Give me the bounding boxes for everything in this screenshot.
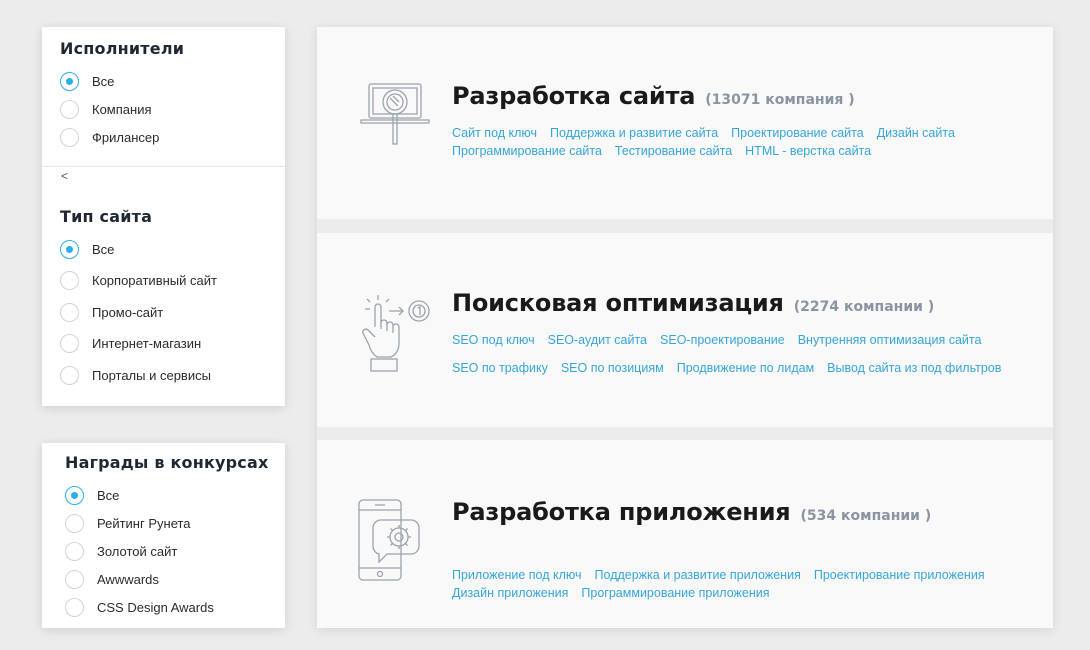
link-seo-positions[interactable]: SEO по позициям bbox=[561, 361, 664, 375]
category-card-seo: Поисковая оптимизация (2274 компании ) S… bbox=[317, 233, 1053, 427]
phone-gear-icon bbox=[358, 499, 420, 581]
category-count: (13071 компания ) bbox=[705, 92, 855, 108]
radio-label: Awwwards bbox=[97, 571, 159, 587]
link-site-programming[interactable]: Программирование сайта bbox=[452, 144, 602, 158]
performers-title: Исполнители bbox=[60, 39, 185, 58]
category-title[interactable]: Поисковая оптимизация bbox=[452, 289, 784, 317]
links-row: Приложение под ключ Поддержка и развитие… bbox=[452, 566, 1042, 584]
radio-site-type-portals[interactable]: Порталы и сервисы bbox=[60, 365, 217, 385]
links-row: Дизайн приложения Программирование прило… bbox=[452, 584, 1042, 602]
radio-label: Все bbox=[97, 487, 120, 503]
radio-checked-icon[interactable] bbox=[65, 485, 84, 505]
radio-label: Все bbox=[92, 73, 115, 89]
category-title-row: Разработка приложения (534 компании ) bbox=[452, 498, 931, 526]
collapse-button[interactable]: < bbox=[61, 169, 68, 183]
radio-checked-icon[interactable] bbox=[60, 239, 79, 259]
link-app-design[interactable]: Дизайн приложения bbox=[452, 586, 568, 600]
link-seo-audit[interactable]: SEO-аудит сайта bbox=[548, 333, 647, 347]
radio-awards-runet[interactable]: Рейтинг Рунета bbox=[65, 513, 214, 533]
radio-awards-all[interactable]: Все bbox=[65, 485, 214, 505]
link-site-design[interactable]: Дизайн сайта bbox=[877, 126, 955, 140]
awards-options: Все Рейтинг Рунета Золотой сайт Awwwards… bbox=[65, 485, 214, 617]
links-row: Программирование сайта Тестирование сайт… bbox=[452, 142, 1042, 160]
radio-awards-awwwards[interactable]: Awwwards bbox=[65, 569, 214, 589]
laptop-magnifier-icon bbox=[360, 83, 430, 145]
radio-unchecked-icon[interactable] bbox=[65, 569, 84, 589]
radio-awards-golden-site[interactable]: Золотой сайт bbox=[65, 541, 214, 561]
links-row: SEO под ключ SEO-аудит сайта SEO-проекти… bbox=[452, 331, 1042, 349]
link-site-html[interactable]: HTML - верстка сайта bbox=[745, 144, 871, 158]
hand-click-icon bbox=[362, 295, 430, 372]
site-type-title: Тип сайта bbox=[60, 207, 153, 226]
divider bbox=[42, 166, 285, 167]
radio-unchecked-icon[interactable] bbox=[60, 302, 79, 322]
link-site-turnkey[interactable]: Сайт под ключ bbox=[452, 126, 537, 140]
link-seo-leads[interactable]: Продвижение по лидам bbox=[677, 361, 814, 375]
radio-unchecked-icon[interactable] bbox=[60, 271, 79, 290]
categories-list: Разработка сайта (13071 компания ) Сайт … bbox=[317, 27, 1053, 628]
link-seo-traffic[interactable]: SEO по трафику bbox=[452, 361, 548, 375]
radio-label: Промо-сайт bbox=[92, 304, 164, 320]
category-count: (2274 компании ) bbox=[793, 299, 935, 315]
link-site-testing[interactable]: Тестирование сайта bbox=[615, 144, 732, 158]
link-seo-internal[interactable]: Внутренняя оптимизация сайта bbox=[798, 333, 982, 347]
radio-unchecked-icon[interactable] bbox=[65, 513, 84, 533]
category-title[interactable]: Разработка сайта bbox=[452, 82, 695, 110]
filter-panel-awards: Награды в конкурсах Все Рейтинг Рунета З… bbox=[42, 443, 285, 628]
radio-unchecked-icon[interactable] bbox=[60, 334, 79, 353]
links-row: SEO по трафику SEO по позициям Продвижен… bbox=[452, 359, 1042, 377]
radio-site-type-promo[interactable]: Промо-сайт bbox=[60, 302, 217, 322]
radio-label: Фрилансер bbox=[92, 129, 160, 145]
category-links: Сайт под ключ Поддержка и развитие сайта… bbox=[452, 124, 1042, 160]
radio-performers-freelancer[interactable]: Фрилансер bbox=[60, 127, 159, 147]
category-card-app-dev: Разработка приложения (534 компании ) Пр… bbox=[317, 440, 1053, 628]
category-title[interactable]: Разработка приложения bbox=[452, 498, 791, 526]
performers-options: Все Компания Фрилансер bbox=[60, 71, 159, 147]
category-count: (534 компании ) bbox=[800, 508, 932, 524]
radio-unchecked-icon[interactable] bbox=[65, 541, 84, 561]
link-seo-planning[interactable]: SEO-проектирование bbox=[660, 333, 785, 347]
link-site-support[interactable]: Поддержка и развитие сайта bbox=[550, 126, 718, 140]
radio-site-type-corporate[interactable]: Корпоративный сайт bbox=[60, 271, 217, 291]
radio-label: Корпоративный сайт bbox=[92, 273, 217, 288]
radio-awards-css-design[interactable]: CSS Design Awards bbox=[65, 597, 214, 617]
category-links: SEO под ключ SEO-аудит сайта SEO-проекти… bbox=[452, 331, 1042, 377]
radio-site-type-all[interactable]: Все bbox=[60, 239, 217, 259]
awards-title: Награды в конкурсах bbox=[65, 453, 269, 472]
radio-label: Интернет-магазин bbox=[92, 336, 202, 351]
category-links: Приложение под ключ Поддержка и развитие… bbox=[452, 566, 1042, 602]
radio-performers-company[interactable]: Компания bbox=[60, 99, 159, 119]
link-app-turnkey[interactable]: Приложение под ключ bbox=[452, 568, 582, 582]
links-row: Сайт под ключ Поддержка и развитие сайта… bbox=[452, 124, 1042, 142]
radio-label: Компания bbox=[92, 101, 152, 117]
radio-label: Порталы и сервисы bbox=[92, 367, 211, 383]
category-title-row: Поисковая оптимизация (2274 компании ) bbox=[452, 289, 934, 317]
radio-label: Золотой сайт bbox=[97, 543, 178, 559]
radio-performers-all[interactable]: Все bbox=[60, 71, 159, 91]
link-seo-turnkey[interactable]: SEO под ключ bbox=[452, 333, 535, 347]
category-title-row: Разработка сайта (13071 компания ) bbox=[452, 82, 855, 110]
link-app-programming[interactable]: Программирование приложения bbox=[581, 586, 769, 600]
link-site-design-planning[interactable]: Проектирование сайта bbox=[731, 126, 864, 140]
filter-panel-main: Исполнители Все Компания Фрилансер < Тип… bbox=[42, 27, 285, 406]
link-seo-filters[interactable]: Вывод сайта из под фильтров bbox=[827, 361, 1001, 375]
radio-label: Рейтинг Рунета bbox=[97, 515, 191, 531]
radio-label: CSS Design Awards bbox=[97, 599, 214, 615]
link-app-planning[interactable]: Проектирование приложения bbox=[814, 568, 985, 582]
radio-label: Все bbox=[92, 241, 115, 257]
radio-checked-icon[interactable] bbox=[60, 71, 79, 91]
radio-unchecked-icon[interactable] bbox=[60, 365, 79, 385]
site-type-options: Все Корпоративный сайт Промо-сайт Интерн… bbox=[60, 239, 217, 385]
radio-unchecked-icon[interactable] bbox=[65, 597, 84, 617]
link-app-support[interactable]: Поддержка и развитие приложения bbox=[595, 568, 801, 582]
radio-site-type-shop[interactable]: Интернет-магазин bbox=[60, 334, 217, 354]
radio-unchecked-icon[interactable] bbox=[60, 99, 79, 119]
radio-unchecked-icon[interactable] bbox=[60, 127, 79, 147]
category-card-web-dev: Разработка сайта (13071 компания ) Сайт … bbox=[317, 27, 1053, 219]
